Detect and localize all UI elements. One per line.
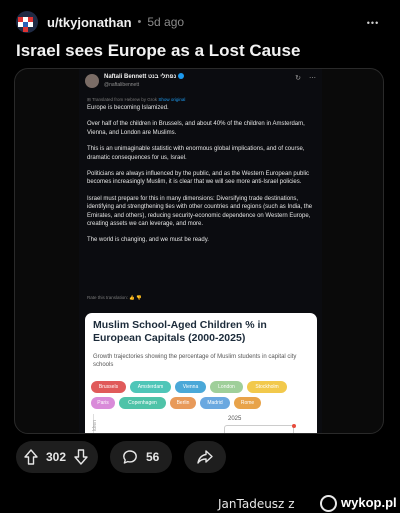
chart-tooltip — [224, 425, 294, 433]
translation-note: ⊞ Translated from Hebrew by Grok Show or… — [87, 97, 185, 103]
chart-y-label: ldren — [92, 420, 98, 432]
downvote-icon[interactable] — [74, 449, 88, 465]
thumbs-up-icon: 👍 — [129, 295, 135, 300]
chart-data-point — [292, 424, 296, 428]
post-media[interactable]: Naftali Bennett נפתלי בנט @naftalibennet… — [14, 68, 384, 434]
grok-icon: ↻ — [295, 75, 302, 82]
wykop-logo-icon — [320, 495, 337, 512]
vote-bar: 302 — [16, 441, 98, 473]
tweet-paragraph: This is an unimaginable statistic with e… — [87, 146, 305, 161]
vote-score: 302 — [46, 450, 67, 464]
comment-icon — [123, 450, 137, 464]
tweet-handle: @naftalibennett — [104, 82, 140, 88]
tweet-header: Naftali Bennett נפתלי בנט @naftalibennet… — [85, 72, 316, 94]
share-icon — [197, 450, 213, 464]
city-pill: Stockholm — [247, 381, 287, 393]
watermark-user: JanTadeusz — [218, 497, 285, 511]
city-pill: Berlin — [170, 397, 196, 409]
tweet-screenshot: Naftali Bennett נפתלי בנט @naftalibennet… — [79, 69, 322, 433]
city-pill: Rome — [234, 397, 261, 409]
city-pill: Madrid — [200, 397, 230, 409]
author-username[interactable]: u/tkyjonathan — [47, 15, 132, 30]
tweet-paragraph: Europe is becoming Islamized. — [87, 105, 169, 111]
watermark-text: JanTadeusz z — [218, 497, 295, 511]
watermark-connector: z — [288, 497, 295, 511]
city-pill: Amsterdam — [130, 381, 171, 393]
tweet-paragraph: The world is changing, and we must be re… — [87, 237, 209, 244]
tweet-header-icons: ↻ ⋯ — [295, 74, 316, 82]
tweet-more-icon: ⋯ — [309, 75, 316, 82]
tweet-author-name: Naftali Bennett נפתלי בנט — [104, 73, 185, 80]
watermark-brand: wykop.pl — [341, 495, 397, 510]
thumbs-down-icon: 👎 — [136, 295, 142, 300]
city-pill: Vienna — [175, 381, 206, 393]
tweet-paragraph: Politicians are always influenced by the… — [87, 171, 310, 186]
post-age: 5d ago — [147, 15, 185, 29]
upvote-icon[interactable] — [24, 449, 38, 465]
share-button[interactable] — [184, 441, 226, 473]
chart-card-title: Muslim School-Aged Children % in Europea… — [93, 319, 267, 344]
comment-count: 56 — [146, 450, 160, 464]
comments-button[interactable]: 56 — [110, 441, 172, 473]
chart-tooltip-year: 2025 — [228, 416, 242, 422]
chart-card-subtitle: Growth trajectories showing the percenta… — [93, 354, 297, 368]
rate-translation: Rate this translation: 👍 👎 — [87, 295, 142, 301]
post-header: u/tkyjonathan • 5d ago ••• — [16, 8, 386, 36]
tweet-author-name-text: Naftali Bennett נפתלי בנט — [104, 74, 177, 80]
more-icon: ••• — [366, 18, 380, 28]
more-options-button[interactable]: ••• — [360, 10, 386, 36]
city-pill: London — [210, 381, 243, 393]
show-original-link: Show original — [158, 97, 186, 102]
avatar[interactable] — [16, 11, 38, 33]
chart-plot-area: ldren 2025 — [92, 414, 313, 433]
verified-icon — [178, 73, 185, 79]
tweet-avatar — [85, 74, 99, 88]
chart-card: Muslim School-Aged Children % in Europea… — [85, 313, 317, 433]
meta-separator: • — [137, 16, 142, 28]
tweet-paragraph: Over half of the children in Brussels, a… — [87, 121, 305, 136]
translation-note-text: Translated from Hebrew by Grok — [91, 97, 158, 102]
city-pill: Paris — [91, 397, 115, 409]
tweet-paragraph: Israel must prepare for this in many dim… — [87, 195, 313, 228]
post-title[interactable]: Israel sees Europe as a Lost Cause — [16, 41, 386, 61]
watermark-bar: JanTadeusz z wykop.pl — [0, 494, 400, 513]
city-pill: Copenhagen — [119, 397, 166, 409]
rate-translation-label: Rate this translation: — [87, 295, 129, 300]
city-pill: Brussels — [91, 381, 126, 393]
tweet-body: Europe is becoming Islamized. Over half … — [87, 104, 316, 253]
